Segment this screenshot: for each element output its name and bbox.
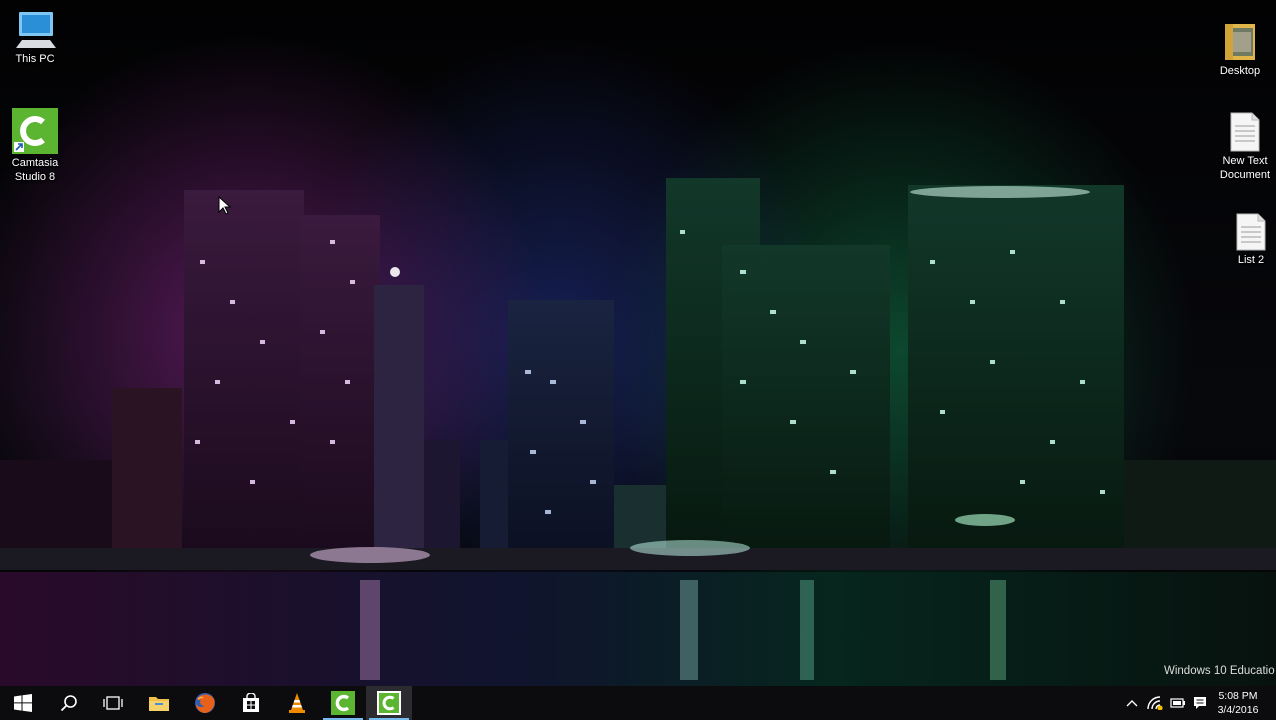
desktop-icon-camtasia[interactable]: Camtasia Studio 8 <box>0 108 72 184</box>
battery-icon <box>1170 698 1185 708</box>
search-button[interactable] <box>46 686 92 720</box>
text-document-icon <box>1236 213 1266 251</box>
folder-icon <box>149 697 169 711</box>
firefox-icon <box>195 693 215 713</box>
text-document-icon <box>1230 112 1260 152</box>
start-button[interactable] <box>0 686 46 720</box>
action-center-button[interactable] <box>1187 686 1213 720</box>
desktop-icon-label: Camtasia Studio 8 <box>11 157 59 183</box>
firefox-button[interactable] <box>182 686 228 720</box>
taskbar <box>0 686 1276 720</box>
file-explorer-button[interactable] <box>136 686 182 720</box>
show-hidden-icons-button[interactable] <box>1122 686 1142 720</box>
camtasia-studio-button[interactable] <box>320 686 366 720</box>
desktop-icon-this-pc[interactable]: This PC <box>0 10 72 66</box>
desktop-icon-label: New Text Document <box>1219 155 1271 181</box>
taskbar-clock[interactable]: 5:08 PM 3/4/2016 <box>1214 686 1262 720</box>
camtasia-icon <box>377 691 401 715</box>
wifi-icon <box>1147 696 1163 710</box>
desktop-icon-list-2[interactable]: List 2 <box>1214 213 1276 267</box>
search-icon <box>60 695 77 712</box>
task-view-icon <box>103 696 123 710</box>
windows-edition-watermark: Windows 10 Educatio <box>1164 665 1275 677</box>
this-pc-icon <box>16 12 56 48</box>
city-skyline-image <box>0 178 1276 686</box>
desktop-icon-desktop-folder[interactable]: Desktop <box>1203 22 1276 78</box>
clock-time: 5:08 PM <box>1218 690 1258 702</box>
desktop-icon-new-text-document[interactable]: New Text Document <box>1208 112 1276 182</box>
camtasia-recorder-button[interactable] <box>366 686 412 720</box>
mouse-cursor-icon <box>218 196 232 215</box>
camtasia-icon <box>12 108 58 154</box>
camtasia-icon <box>331 691 355 715</box>
desktop-icon-label: Desktop <box>1219 65 1261 77</box>
clock-date: 3/4/2016 <box>1217 704 1259 716</box>
desktop-wallpaper[interactable] <box>0 0 1276 686</box>
store-button[interactable] <box>228 686 274 720</box>
folder-icon <box>1225 24 1255 60</box>
vlc-button[interactable] <box>274 686 320 720</box>
network-tray-button[interactable] <box>1144 686 1166 720</box>
action-center-icon <box>1194 697 1206 709</box>
desktop-icon-label: List 2 <box>1237 254 1265 266</box>
chevron-up-icon <box>1126 700 1138 707</box>
battery-tray-button[interactable] <box>1167 686 1189 720</box>
windows-logo-icon <box>14 694 32 712</box>
task-view-button[interactable] <box>90 686 136 720</box>
vlc-cone-icon <box>289 693 305 713</box>
desktop-icon-label: This PC <box>15 53 55 65</box>
store-icon <box>243 693 259 712</box>
